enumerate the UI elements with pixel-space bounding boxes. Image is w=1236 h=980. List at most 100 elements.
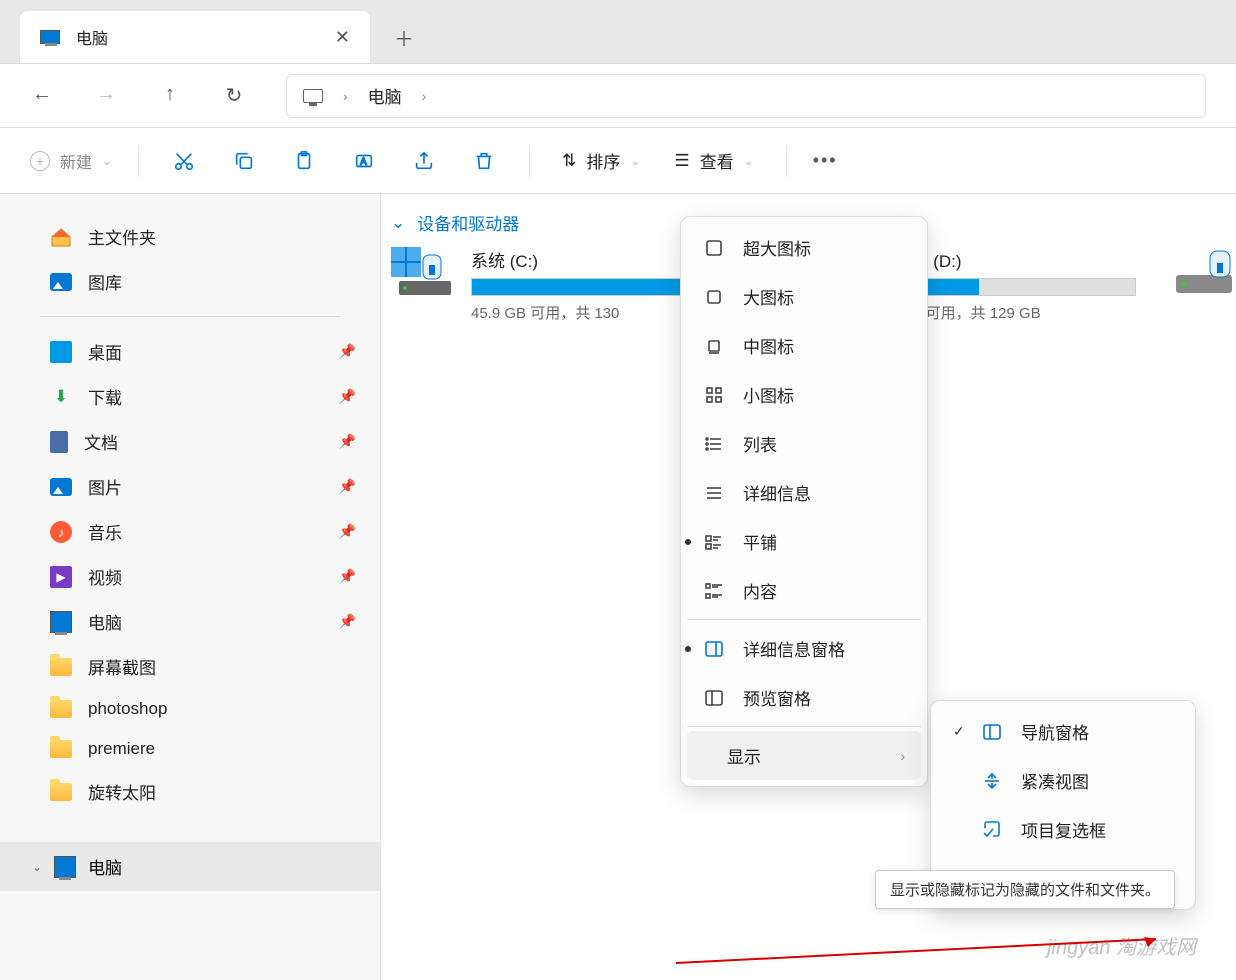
plus-icon: + [30, 151, 50, 171]
divider [687, 726, 921, 727]
divider [138, 145, 139, 177]
menu-item-lg-icons[interactable]: 大图标 [687, 272, 921, 321]
folder-icon [50, 783, 72, 801]
chevron-right-icon: › [422, 88, 427, 104]
drive-name: 件 (D:) [912, 247, 1137, 272]
menu-item-list[interactable]: 列表 [687, 419, 921, 468]
gallery-icon [50, 273, 72, 291]
menu-item-details-pane[interactable]: 详细信息窗格 [687, 624, 921, 673]
sidebar-item-gallery[interactable]: 图库 [0, 259, 380, 304]
bullet-icon [685, 539, 691, 545]
pin-icon: 📌 [339, 388, 356, 405]
preview-pane-icon [703, 687, 725, 709]
menu-item-tiles[interactable]: 平铺 [687, 517, 921, 566]
breadcrumb-item[interactable]: 电脑 [368, 83, 402, 108]
content-icon [703, 580, 725, 602]
sidebar-item-home[interactable]: 主文件夹 [0, 214, 380, 259]
pc-icon [40, 30, 60, 44]
menu-item-preview-pane[interactable]: 预览窗格 [687, 673, 921, 722]
pc-icon [303, 89, 323, 103]
tooltip: 显示或隐藏标记为隐藏的文件和文件夹。 [875, 870, 1175, 909]
sidebar-item-folder[interactable]: photoshop [0, 689, 380, 729]
sort-button[interactable]: ⇅ 排序 ⌄ [562, 148, 640, 173]
chevron-down-icon: ⌄ [391, 213, 405, 233]
folder-icon [50, 700, 72, 718]
cut-icon[interactable] [173, 150, 195, 172]
details-pane-icon [703, 638, 725, 660]
pc-icon [50, 611, 72, 633]
check-icon: ✓ [953, 723, 969, 740]
menu-item-compact[interactable]: 紧凑视图 [937, 756, 1189, 805]
sidebar-item-documents[interactable]: 文档 📌 [0, 419, 380, 464]
paste-icon[interactable] [293, 150, 315, 172]
drive-item[interactable]: 件 (D:) B 可用，共 129 GB [912, 247, 1236, 323]
menu-item-details[interactable]: 详细信息 [687, 468, 921, 517]
close-icon[interactable]: ✕ [335, 27, 350, 48]
sidebar-item-folder[interactable]: 屏幕截图 [0, 644, 380, 689]
home-icon [50, 226, 72, 248]
menu-item-nav-pane[interactable]: ✓ 导航窗格 [937, 707, 1189, 756]
sidebar-item-pc[interactable]: 电脑 📌 [0, 599, 380, 644]
drive-item[interactable]: 系统 (C:) 45.9 GB 可用，共 130 [391, 247, 716, 323]
menu-item-md-icons[interactable]: 中图标 [687, 321, 921, 370]
sidebar-item-downloads[interactable]: ⬇ 下载 📌 [0, 374, 380, 419]
md-icon [703, 335, 725, 357]
refresh-button[interactable]: ↻ [222, 83, 246, 108]
chevron-right-icon: › [343, 88, 348, 104]
new-button[interactable]: + 新建 ⌄ [30, 149, 112, 173]
tiles-icon [703, 531, 725, 553]
sidebar: 主文件夹 图库 桌面 📌 ⬇ 下载 📌 文档 📌 图片 📌 ♪ [0, 194, 380, 980]
menu-item-content[interactable]: 内容 [687, 566, 921, 615]
download-icon: ⬇ [50, 386, 72, 408]
desktop-icon [50, 341, 72, 363]
view-menu: 超大图标 大图标 中图标 小图标 列表 详细信息 平铺 内容 详细信息窗格 预览… [680, 216, 928, 787]
breadcrumb[interactable]: › 电脑 › [286, 74, 1206, 118]
up-button[interactable]: ↑ [158, 83, 182, 108]
sidebar-item-videos[interactable]: ▶ 视频 📌 [0, 554, 380, 599]
view-icon: ☰ [674, 151, 689, 171]
sidebar-item-desktop[interactable]: 桌面 📌 [0, 329, 380, 374]
divider [786, 145, 787, 177]
lg-icon [703, 286, 725, 308]
menu-item-xl-icons[interactable]: 超大图标 [687, 223, 921, 272]
rename-icon[interactable]: A [353, 150, 375, 172]
xl-icon [703, 237, 725, 259]
menu-item-checkboxes[interactable]: 项目复选框 [937, 805, 1189, 854]
drive-name: 系统 (C:) [471, 247, 716, 272]
picture-icon [50, 478, 72, 496]
pin-icon: 📌 [339, 613, 356, 630]
share-icon[interactable] [413, 150, 435, 172]
tab-active[interactable]: 电脑 ✕ [20, 11, 370, 63]
sidebar-tree-pc[interactable]: ⌄ 电脑 [0, 842, 380, 891]
back-button[interactable]: ← [30, 83, 54, 108]
pin-icon: 📌 [339, 433, 356, 450]
chevron-down-icon: ⌄ [744, 154, 754, 168]
sidebar-item-folder[interactable]: 旋转太阳 [0, 769, 380, 814]
pc-icon [54, 856, 76, 878]
view-button[interactable]: ☰ 查看 ⌄ [674, 148, 753, 173]
nav-bar: ← → ↑ ↻ › 电脑 › [0, 64, 1236, 128]
menu-item-show[interactable]: 显示 › [687, 731, 921, 780]
pin-icon: 📌 [339, 523, 356, 540]
pin-icon: 📌 [339, 568, 356, 585]
drive-usage-bar [912, 278, 1137, 296]
drive-icon [391, 247, 455, 297]
music-icon: ♪ [50, 521, 72, 543]
divider [529, 145, 530, 177]
menu-item-sm-icons[interactable]: 小图标 [687, 370, 921, 419]
sidebar-item-folder[interactable]: premiere [0, 729, 380, 769]
more-button[interactable]: ••• [813, 150, 838, 171]
chevron-down-icon: ⌄ [102, 154, 112, 168]
pin-icon: 📌 [339, 478, 356, 495]
sidebar-item-pictures[interactable]: 图片 📌 [0, 464, 380, 509]
chevron-down-icon: ⌄ [630, 154, 640, 168]
copy-icon[interactable] [233, 150, 255, 172]
drive-icon [1172, 247, 1236, 297]
tab-bar: 电脑 ✕ ＋ [0, 0, 1236, 64]
add-tab-button[interactable]: ＋ [370, 11, 438, 63]
pin-icon: 📌 [339, 343, 356, 360]
sidebar-item-music[interactable]: ♪ 音乐 📌 [0, 509, 380, 554]
forward-button[interactable]: → [94, 83, 118, 108]
svg-text:A: A [360, 156, 367, 166]
delete-icon[interactable] [473, 150, 495, 172]
